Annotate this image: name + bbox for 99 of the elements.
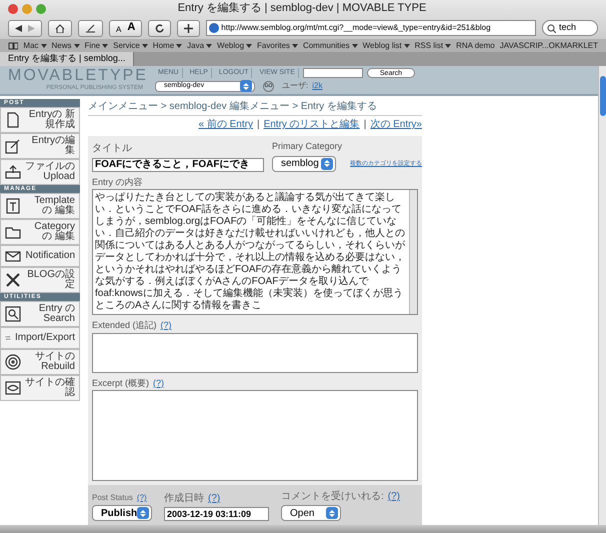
back-icon: [15, 24, 22, 32]
plus-icon: [184, 24, 194, 32]
caret-icon: [142, 44, 148, 48]
bookmark-item[interactable]: Weblog list: [362, 40, 410, 52]
field-label: Post Status: [92, 492, 133, 504]
bookmark-item[interactable]: RSS list: [414, 40, 452, 52]
sidebar-item[interactable]: BLOGの設定: [0, 267, 80, 293]
select-arrows-icon: [137, 507, 149, 519]
site-logo: MOVABLETYPE: [8, 68, 143, 84]
entry-nav-link[interactable]: 次の Entry»: [370, 117, 422, 132]
bookmark-item[interactable]: Mac: [23, 40, 47, 52]
bookmark-item[interactable]: Home: [152, 40, 182, 52]
window-title: Entry を編集する | semblog-dev | MOVABLE TYPE: [176, 1, 428, 16]
field-label: Extended (追記): [92, 319, 157, 332]
field-label: タイトル: [92, 142, 133, 156]
forward-icon: [28, 24, 35, 32]
help-link[interactable]: (?): [160, 319, 172, 332]
date-field[interactable]: 2003-12-19 03:11:09: [164, 507, 269, 521]
entry-nav-link[interactable]: Entry のリストと編集: [264, 117, 360, 132]
caret-icon: [206, 44, 212, 48]
select-arrows-icon: [326, 507, 338, 519]
sidebar-item[interactable]: ファイルの Upload: [0, 159, 80, 185]
browser-tab[interactable]: Entry を編集する | semblog...: [0, 52, 134, 66]
bookmark-item[interactable]: Weblog: [217, 40, 252, 52]
bookmark-item[interactable]: JAVASCRIP...OKMARKLET: [500, 40, 598, 52]
status-select[interactable]: Publish: [92, 505, 152, 521]
search-field[interactable]: tech: [542, 20, 598, 36]
add-bookmark-button[interactable]: [177, 20, 200, 36]
help-link[interactable]: (?): [136, 492, 147, 504]
reload-button[interactable]: [148, 20, 172, 36]
field-label: 作成日時: [164, 492, 204, 506]
help-link[interactable]: (?): [388, 489, 400, 504]
caret-icon: [404, 44, 410, 48]
breadcrumb: メインメニュー > semblog-dev 編集メニュー > Entry を編集する: [88, 99, 422, 116]
upload-icon: [5, 164, 21, 180]
edit-button[interactable]: [78, 20, 103, 36]
caret-icon: [176, 44, 182, 48]
title-field[interactable]: FOAFにできること，FOAFにでき: [92, 158, 264, 172]
bookmark-item[interactable]: Favorites: [257, 40, 298, 52]
field-label: Entry の内容: [92, 176, 144, 189]
minimize-icon[interactable]: [22, 4, 32, 14]
close-icon[interactable]: [8, 4, 18, 14]
separator: |: [256, 118, 260, 132]
home-icon: [55, 24, 65, 32]
template-icon: [5, 198, 21, 214]
excerpt-field[interactable]: [92, 390, 418, 481]
category-select[interactable]: semblog: [272, 156, 336, 172]
caret-icon: [102, 44, 108, 48]
select-arrows-icon: [240, 80, 252, 92]
help-link[interactable]: (?): [208, 491, 220, 506]
caret-icon: [445, 44, 452, 48]
search-icon: [5, 306, 21, 322]
separator: |: [364, 118, 366, 132]
sidebar-item[interactable]: Entryの 新規作成: [0, 107, 80, 133]
globe-icon: [209, 23, 220, 33]
user-label: ユーザ:: [282, 80, 308, 92]
extended-field[interactable]: [92, 332, 418, 372]
sidebar-item[interactable]: Templateの 編集: [0, 193, 80, 219]
pencil-icon: [5, 138, 21, 154]
reload-icon: [155, 24, 164, 32]
sidebar-item[interactable]: サイトの確認: [0, 375, 80, 401]
sidebar-item[interactable]: サイトの Rebuild: [0, 349, 80, 375]
sidebar-item[interactable]: Notification: [0, 245, 80, 267]
bookmark-item[interactable]: RNA demo: [456, 40, 495, 52]
caret-icon: [40, 44, 47, 48]
tools-icon: [5, 272, 21, 288]
page-icon: [5, 112, 21, 128]
target-icon: [5, 354, 21, 370]
field-label: コメントを受けいれる:: [281, 490, 384, 504]
sidebar-item[interactable]: Import/Export: [0, 327, 80, 349]
book-icon[interactable]: [8, 42, 18, 50]
field-label: Excerpt (概要): [92, 376, 150, 390]
sidebar-item[interactable]: Entry の Search: [0, 301, 80, 327]
text-size-button[interactable]: A A: [109, 20, 142, 36]
field-label: Primary Category: [272, 140, 342, 153]
caret-icon: [292, 44, 298, 48]
bookmark-item[interactable]: Communities: [302, 40, 358, 52]
sidebar-item[interactable]: Categoryの 編集: [0, 219, 80, 245]
help-link[interactable]: (?): [153, 376, 164, 390]
caret-icon: [246, 44, 252, 48]
caret-icon: [352, 44, 358, 48]
sidebar-item[interactable]: Entryの編集: [0, 133, 80, 159]
eye-icon: [5, 380, 21, 396]
home-button[interactable]: [48, 20, 72, 36]
entry-nav-link[interactable]: « 前の Entry: [198, 117, 253, 132]
scroll-thumb[interactable]: [600, 76, 606, 116]
comments-select[interactable]: Open: [281, 505, 341, 521]
bookmark-item[interactable]: Service: [113, 40, 148, 52]
address-field[interactable]: http://www.semblog.org/mt/mt.cgi?__mode=view&_type=entry&id=251&blog: [206, 20, 536, 36]
back-forward-button[interactable]: [8, 20, 42, 36]
pencil-icon: [85, 24, 96, 32]
select-arrows-icon: [321, 158, 333, 170]
header-search-field[interactable]: [302, 68, 363, 78]
bookmark-item[interactable]: News: [52, 40, 80, 52]
search-icon: [547, 24, 556, 32]
caret-icon: [74, 44, 80, 48]
bookmark-item[interactable]: Fine: [84, 40, 108, 52]
bookmark-item[interactable]: Java: [187, 40, 212, 52]
zoom-icon[interactable]: [36, 4, 46, 14]
